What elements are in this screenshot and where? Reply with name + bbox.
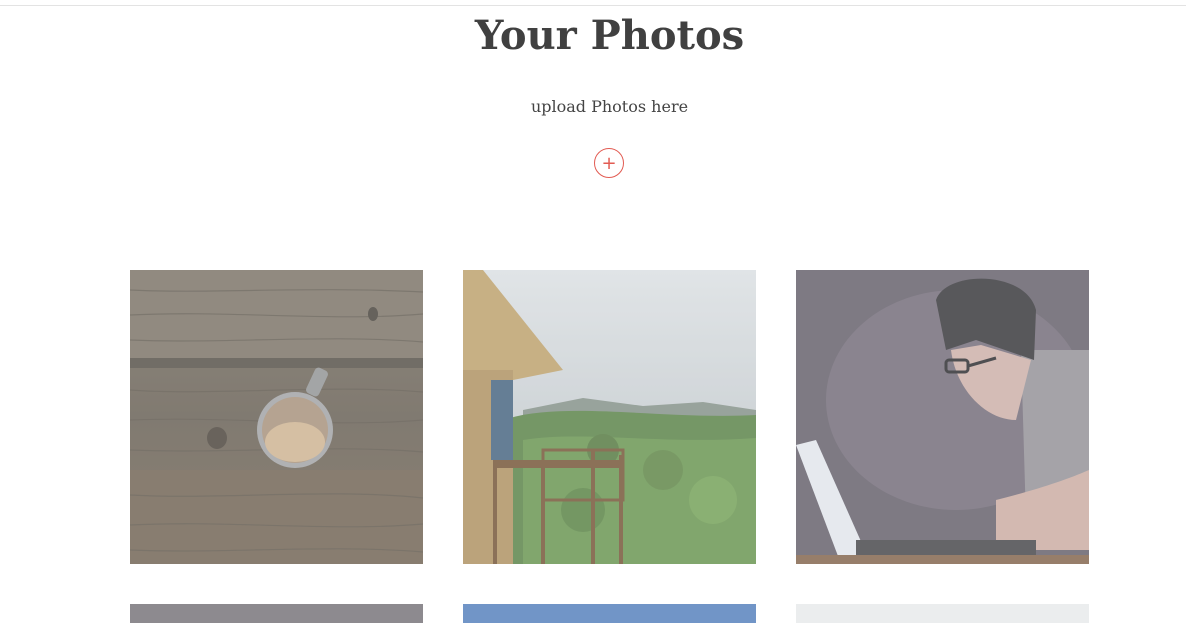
photo-row2-2-image (463, 604, 756, 623)
top-divider (0, 5, 1186, 6)
bamboo-hut-image (463, 270, 756, 564)
add-photo-button[interactable]: + (594, 148, 624, 178)
plus-icon: + (601, 153, 617, 174)
photo-row2-2[interactable] (463, 604, 756, 623)
photo-row2-1-image (130, 604, 423, 623)
upload-instruction: upload Photos here (530, 97, 689, 116)
coffee-cup-image (130, 270, 423, 564)
photo-row2-3[interactable] (796, 604, 1089, 623)
photo-person-laptop[interactable] (796, 270, 1089, 564)
page-title: Your Photos (474, 12, 745, 59)
photo-row2-3-image (796, 604, 1089, 623)
photo-coffee-cup[interactable] (130, 270, 423, 564)
photo-row2-1[interactable] (130, 604, 423, 623)
person-laptop-image (796, 270, 1089, 564)
photo-bamboo-hut[interactable] (463, 270, 756, 564)
